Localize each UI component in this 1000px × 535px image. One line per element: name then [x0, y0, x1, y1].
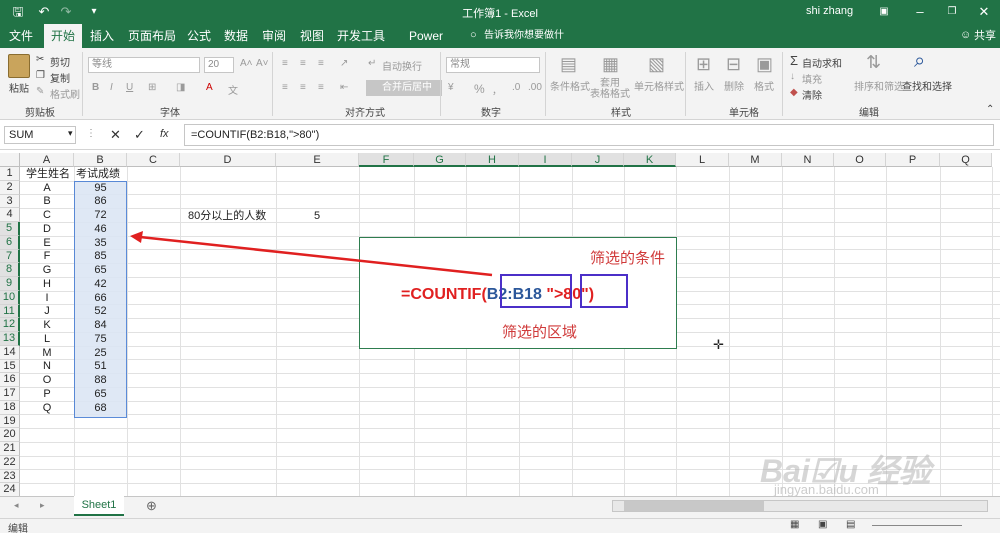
page-layout-view-icon[interactable]: ▣ — [818, 519, 827, 530]
watermark-url: jingyan.baidu.com — [774, 482, 879, 497]
prev-sheet-icon[interactable]: ◂ — [14, 500, 19, 511]
arrow-head — [130, 231, 143, 243]
sheet-tab-sheet1[interactable]: Sheet1 — [74, 496, 124, 516]
next-sheet-icon[interactable]: ▸ — [40, 500, 45, 511]
page-break-view-icon[interactable]: ▤ — [846, 519, 855, 530]
arrow-line — [139, 235, 493, 277]
zoom-slider[interactable] — [872, 525, 962, 526]
cursor-icon: ✛ — [713, 337, 724, 352]
status-bar: 编辑 ▦ ▣ ▤ — [0, 518, 1000, 535]
horizontal-scroll-thumb[interactable] — [624, 501, 764, 511]
normal-view-icon[interactable]: ▦ — [790, 519, 799, 530]
add-sheet-icon[interactable]: ⊕ — [146, 498, 157, 514]
